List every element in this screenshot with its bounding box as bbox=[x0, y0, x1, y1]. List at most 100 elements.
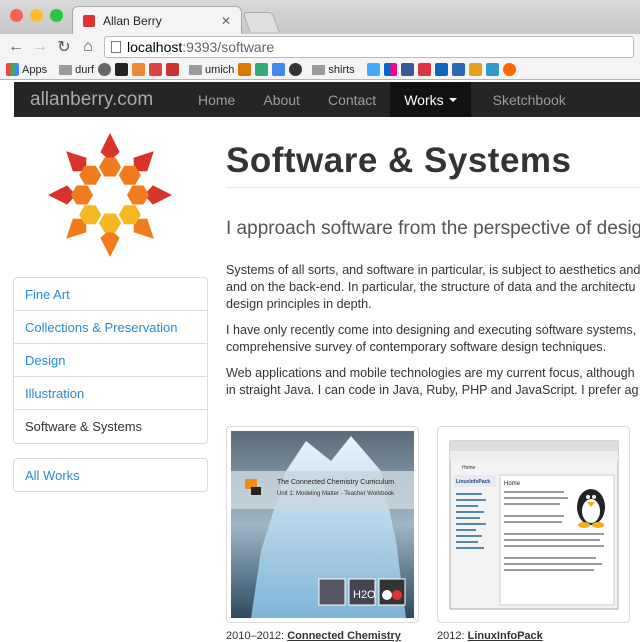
bookmark-durf[interactable]: durf bbox=[59, 62, 94, 78]
paragraph-line: I have only recently come into designing… bbox=[226, 323, 637, 337]
calendar-icon bbox=[485, 63, 499, 76]
new-tab-button[interactable] bbox=[242, 12, 280, 32]
browser-tabstrip: Allan Berry ✕ bbox=[0, 0, 640, 34]
twitter-icon bbox=[366, 63, 380, 76]
logo-hexagon bbox=[71, 185, 93, 205]
reload-icon[interactable]: ↻ bbox=[52, 37, 76, 57]
logo-hexagon bbox=[99, 213, 121, 233]
orange-icon bbox=[132, 63, 146, 76]
bookmark-twitter[interactable] bbox=[366, 62, 380, 78]
stack-icon bbox=[238, 63, 252, 76]
wiki-page-title: Home bbox=[504, 481, 521, 487]
sidebar-nav: Fine Art Collections & Preservation Desi… bbox=[13, 277, 208, 444]
nav-works[interactable]: Works bbox=[390, 82, 471, 117]
nav-works-label: Works bbox=[404, 91, 444, 108]
close-window-icon[interactable] bbox=[10, 9, 23, 22]
asterisk-icon bbox=[468, 63, 482, 76]
sidebar-item-collections[interactable]: Collections & Preservation bbox=[14, 311, 207, 344]
work-name: Connected Chemistry bbox=[287, 630, 401, 642]
nav-about[interactable]: About bbox=[249, 82, 314, 117]
bookmarks-bar: Apps durf umich shirts bbox=[0, 60, 640, 80]
bookmark-label: umich bbox=[205, 63, 235, 76]
bookmark-star[interactable] bbox=[468, 62, 482, 78]
bookmark-gplus[interactable] bbox=[417, 62, 431, 78]
bookmark-stack[interactable] bbox=[238, 62, 252, 78]
sidebar-item-fine-art[interactable]: Fine Art bbox=[14, 278, 207, 311]
nav-home[interactable]: Home bbox=[184, 82, 249, 117]
work-caption[interactable]: 2010–2012: Connected Chemistry bbox=[226, 630, 401, 642]
page-icon bbox=[111, 41, 121, 53]
bookmark-shirts[interactable]: shirts bbox=[312, 62, 355, 78]
folder-icon bbox=[59, 64, 73, 75]
bookmark-facebook[interactable] bbox=[400, 62, 414, 78]
facebook-icon bbox=[400, 63, 414, 76]
site-brand[interactable]: allanberry.com bbox=[14, 89, 184, 111]
drive-icon bbox=[255, 63, 269, 76]
ars-icon bbox=[502, 63, 516, 76]
work-caption[interactable]: 2012: LinuxInfoPack bbox=[437, 630, 543, 642]
bookmark-ars[interactable] bbox=[502, 62, 516, 78]
paragraph-line: comprehensive survey of contemporary sof… bbox=[226, 340, 607, 354]
work-name: LinuxInfoPack bbox=[467, 630, 543, 642]
github-icon bbox=[289, 63, 303, 76]
folder-icon bbox=[189, 64, 203, 75]
bookmark-drive[interactable] bbox=[255, 62, 269, 78]
back-icon[interactable]: ← bbox=[4, 38, 28, 56]
work-year: 2010–2012: bbox=[226, 630, 285, 642]
bookmark-m[interactable] bbox=[451, 62, 465, 78]
sidebar-item-software[interactable]: Software & Systems bbox=[14, 410, 207, 443]
forward-icon[interactable]: → bbox=[28, 38, 52, 56]
logo-petal bbox=[100, 229, 120, 257]
nav-sketchbook[interactable]: Sketchbook bbox=[471, 82, 580, 117]
nav-contact[interactable]: Contact bbox=[314, 82, 390, 117]
bookmark-dropbox[interactable] bbox=[272, 62, 286, 78]
bookmark-apps[interactable]: Apps bbox=[6, 62, 47, 78]
home-icon[interactable]: ⌂ bbox=[76, 38, 100, 56]
sidebar-all-works[interactable]: All Works bbox=[13, 458, 208, 492]
red-icon bbox=[166, 63, 180, 76]
h2o-label: H2O bbox=[353, 589, 376, 601]
tab-title: Allan Berry bbox=[103, 13, 162, 28]
work-year: 2012: bbox=[437, 630, 465, 642]
bookmark-flickr[interactable] bbox=[383, 62, 397, 78]
bookmark-red[interactable] bbox=[166, 62, 180, 78]
linkedin-icon bbox=[434, 63, 448, 76]
bookmark-settings[interactable] bbox=[132, 62, 146, 78]
paragraph-line: Systems of all sorts, and software in pa… bbox=[226, 263, 640, 277]
bookmark-16[interactable] bbox=[485, 62, 499, 78]
logo-petal bbox=[100, 133, 120, 161]
url-host: localhost bbox=[127, 39, 183, 55]
browser-tab[interactable]: Allan Berry ✕ bbox=[72, 6, 242, 34]
bookmark-label: shirts bbox=[328, 63, 355, 76]
sidebar-item-design[interactable]: Design bbox=[14, 344, 207, 377]
favicon-icon bbox=[83, 14, 95, 27]
work-card-connected-chemistry[interactable]: The Connected Chemistry Curriculum Unit … bbox=[226, 426, 419, 623]
logo-hexagon bbox=[127, 185, 149, 205]
bookmark-linkedin[interactable] bbox=[434, 62, 448, 78]
minimize-window-icon[interactable] bbox=[30, 9, 43, 22]
work-card-linuxinfopack[interactable]: Home LinuxInfoPack Home bbox=[437, 426, 630, 623]
bookmark-umich[interactable]: umich bbox=[189, 62, 234, 78]
apps-grid-icon bbox=[6, 63, 19, 76]
google-plus-icon bbox=[417, 63, 431, 76]
wiki-heading: LinuxInfoPack bbox=[456, 479, 490, 485]
paragraph-line: and on the back-end. In particular, the … bbox=[226, 280, 636, 294]
url-path: :9393/software bbox=[182, 39, 275, 55]
bookmark-apple[interactable] bbox=[98, 62, 112, 78]
p-icon bbox=[115, 63, 129, 76]
bookmark-github[interactable] bbox=[289, 62, 303, 78]
maximize-window-icon[interactable] bbox=[50, 9, 63, 22]
address-bar[interactable]: localhost :9393/software bbox=[104, 36, 634, 58]
close-tab-icon[interactable]: ✕ bbox=[221, 14, 231, 28]
paragraph-line: Web applications and mobile technologies… bbox=[226, 366, 635, 380]
sidebar-item-illustration[interactable]: Illustration bbox=[14, 377, 207, 410]
cover-title: The Connected Chemistry Curriculum bbox=[277, 479, 394, 486]
bookmark-p[interactable] bbox=[115, 62, 129, 78]
wiki-tab: Home bbox=[462, 465, 476, 471]
title-divider bbox=[226, 187, 640, 188]
logo-hexagon bbox=[99, 157, 121, 177]
paragraph-line: in straight Java. I can code in Java, Ru… bbox=[226, 383, 639, 397]
bookmark-label: durf bbox=[75, 63, 95, 76]
bookmark-gmail[interactable] bbox=[149, 62, 163, 78]
connected-chemistry-cover: The Connected Chemistry Curriculum Unit … bbox=[231, 431, 414, 618]
